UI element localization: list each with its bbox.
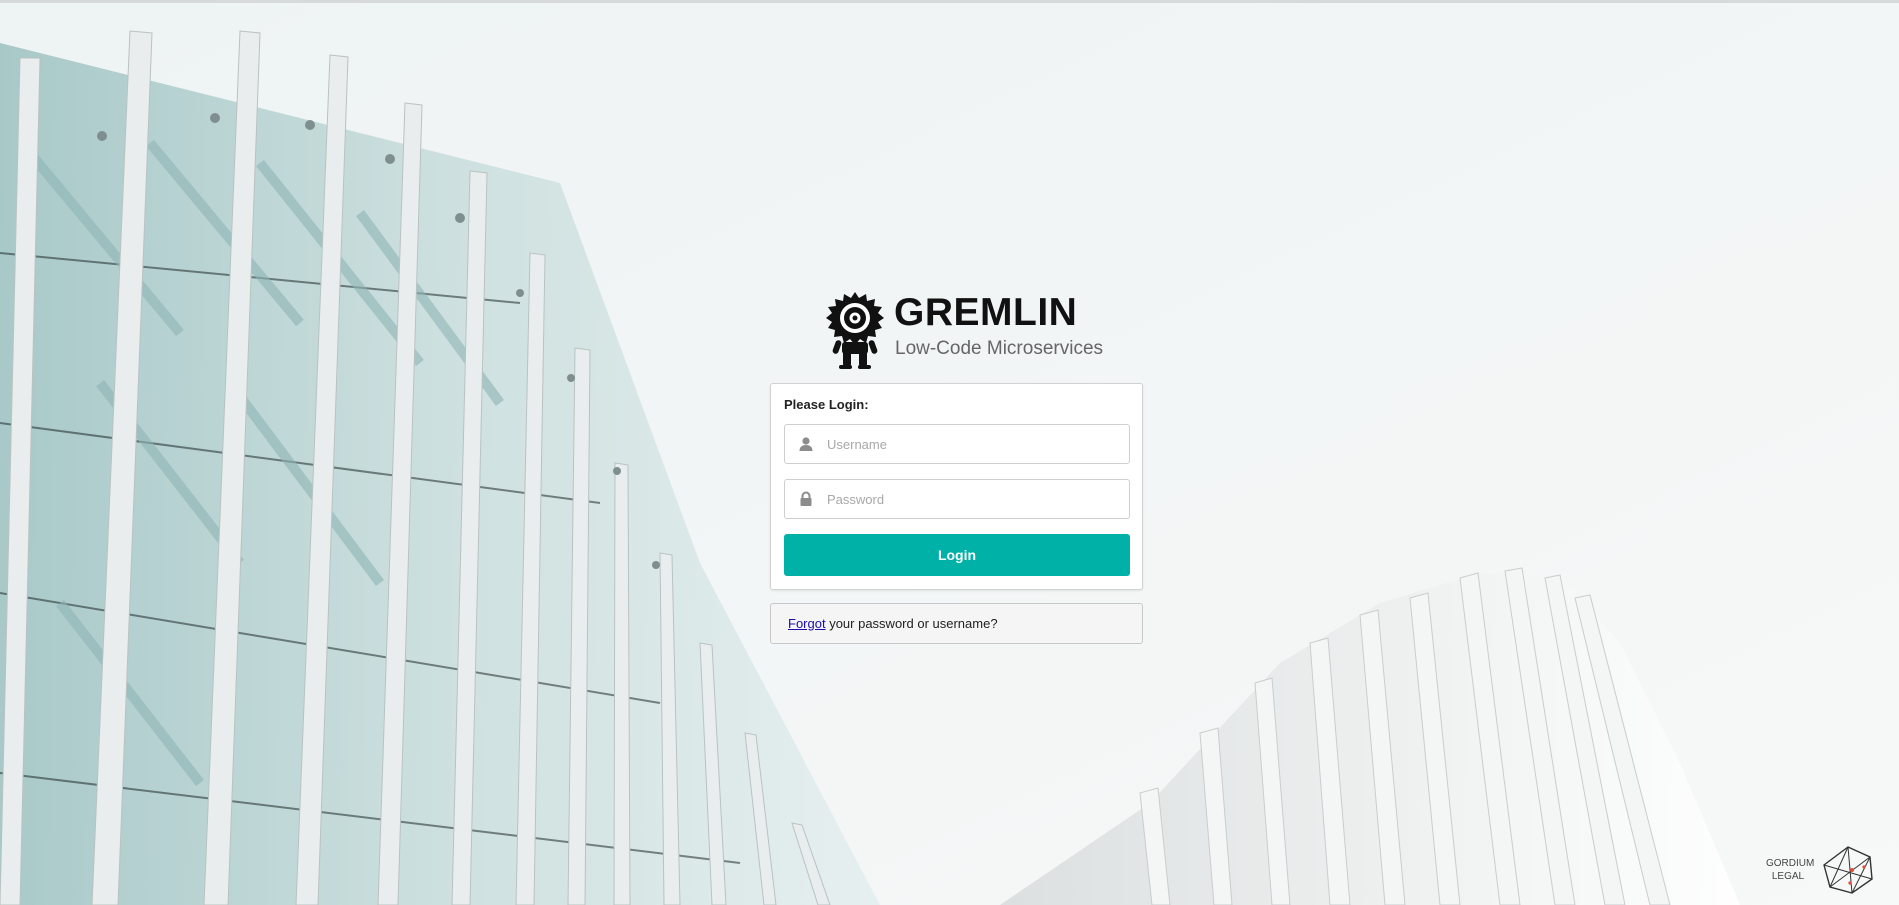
gremlin-mascot-icon [826,292,884,369]
forgot-text: your password or username? [825,616,998,631]
app-title: GREMLIN [894,291,1078,334]
gordium-knot-icon [1823,846,1873,894]
login-panel: Please Login: Login [770,383,1143,590]
user-icon [799,437,813,451]
login-button[interactable]: Login [784,534,1130,576]
password-input[interactable] [827,480,1117,518]
username-input[interactable] [827,425,1117,463]
login-heading: Please Login: [784,397,869,412]
forgot-credentials-panel: Forgot your password or username? [770,603,1143,644]
forgot-link[interactable]: Forgot [788,616,826,631]
app-logo: GREMLIN Low-Code Microservices [824,290,1124,372]
lock-icon [800,491,812,506]
password-field[interactable] [784,479,1130,519]
brand-line-1: GORDIUM [1766,858,1815,869]
username-field[interactable] [784,424,1130,464]
app-subtitle: Low-Code Microservices [895,338,1104,359]
footer-brand-logo: GORDIUM LEGAL [1766,845,1891,897]
brand-line-2: LEGAL [1771,871,1805,882]
